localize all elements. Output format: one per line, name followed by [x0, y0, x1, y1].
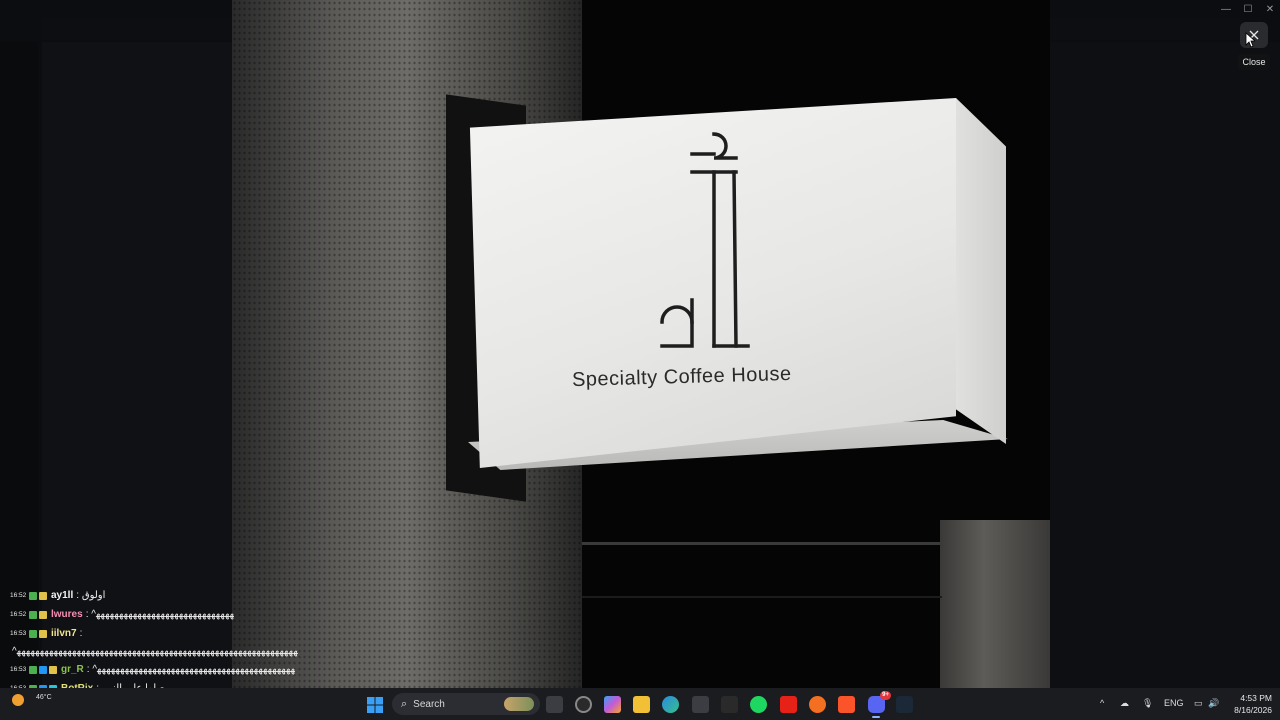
system-clock[interactable]: 4:53 PM 8/16/2026 [1226, 692, 1272, 716]
search-highlight-icon [504, 697, 534, 711]
weather-temp: 46°C [36, 694, 52, 701]
railing-lower [582, 596, 942, 598]
chat-text: : [79, 628, 83, 639]
chat-text-continued: ^ﻬﻬﻬﻬﻬﻬﻬﻬﻬﻬﻬﻬﻬﻬﻬﻬﻬﻬﻬﻬﻬﻬﻬﻬﻬﻬﻬﻬﻬﻬﻬﻬﻬﻬﻬﻬﻬﻬﻬ… [12, 646, 298, 657]
network-icon[interactable]: ▭ [1194, 698, 1203, 709]
chat-text: : اولوق [76, 590, 106, 601]
spotify-icon[interactable] [750, 696, 767, 713]
chat-username: lwures [51, 609, 83, 620]
start-button[interactable] [366, 696, 383, 713]
window-close-button[interactable]: ✕ [1259, 0, 1280, 18]
taskbar-search[interactable]: ⌕ Search [392, 693, 540, 715]
search-icon: ⌕ [401, 697, 408, 710]
chat-username: ay1ll [51, 590, 74, 601]
coffee-logo-icon [660, 132, 750, 348]
edge-icon[interactable] [662, 696, 679, 713]
chat-timestamp: 16:52 [10, 611, 27, 618]
chat-username: iilvn7 [51, 628, 77, 639]
chat-badge-icon [49, 665, 57, 674]
chat-timestamp: 16:52 [10, 592, 27, 599]
image-preview: Specialty Coffee House [232, 0, 1050, 688]
chat-badge-icon [29, 610, 37, 619]
chat-message: 16:52 ay1ll: اولوق [10, 586, 370, 605]
chat-message: 16:53 iilvn7: [10, 624, 370, 643]
maximize-button[interactable]: ☐ [1237, 0, 1259, 18]
obs-icon[interactable] [575, 696, 592, 713]
app-icon[interactable] [721, 696, 738, 713]
weather-icon [12, 694, 24, 706]
microphone-icon[interactable]: 🎙 [1142, 698, 1153, 709]
windows-logo-icon [366, 696, 383, 713]
show-hidden-icons[interactable]: ^ [1100, 698, 1104, 708]
chat-text: : ^ﻬﻬﻬﻬﻬﻬﻬﻬﻬﻬﻬﻬﻬﻬﻬﻬﻬﻬﻬﻬﻬﻬﻬﻬﻬﻬﻬﻬﻬﻬ [85, 609, 235, 620]
mouse-cursor-icon [1245, 32, 1255, 48]
file-explorer-icon[interactable] [633, 696, 650, 713]
chat-timestamp: 16:53 [10, 630, 27, 637]
minimize-button[interactable]: — [1215, 0, 1237, 18]
chat-message: 16:52 lwures: ^ﻬﻬﻬﻬﻬﻬﻬﻬﻬﻬﻬﻬﻬﻬﻬﻬﻬﻬﻬﻬﻬﻬﻬﻬﻬﻬ… [10, 605, 370, 624]
brave-icon[interactable] [838, 696, 855, 713]
active-indicator [872, 716, 880, 718]
task-view-icon[interactable] [546, 696, 563, 713]
discord-icon[interactable]: 9+ [868, 691, 891, 713]
youtube-icon[interactable] [780, 696, 797, 713]
close-tooltip: Close [1238, 54, 1270, 70]
copilot-icon[interactable] [604, 696, 621, 713]
weather-widget[interactable]: 46°C [12, 694, 52, 706]
chat-badge-icon [39, 629, 47, 638]
clock-time: 4:53 PM [1240, 693, 1272, 703]
app-orange-icon[interactable] [809, 696, 826, 713]
volume-icon[interactable]: 🔊 [1208, 698, 1219, 709]
chat-badge-icon [39, 610, 47, 619]
chat-badge-icon [29, 629, 37, 638]
chat-badge-icon [39, 665, 47, 674]
chat-username: gr_R [61, 664, 84, 675]
chat-badge-icon [29, 665, 37, 674]
store-icon[interactable] [692, 696, 709, 713]
language-indicator[interactable]: ENG [1164, 698, 1184, 708]
cloud-icon[interactable]: ☁ [1120, 698, 1129, 709]
chat-text: : ^ﻬﻬﻬﻬﻬﻬﻬﻬﻬﻬﻬﻬﻬﻬﻬﻬﻬﻬﻬﻬﻬﻬﻬﻬﻬﻬﻬﻬﻬﻬﻬﻬﻬﻬﻬﻬﻬ… [86, 664, 296, 675]
chat-badge-icon [39, 591, 47, 600]
steam-icon[interactable] [896, 696, 913, 713]
discord-member-list [1050, 42, 1280, 688]
railing [582, 542, 942, 545]
concrete-ledge [940, 520, 1050, 688]
search-placeholder: Search [413, 698, 445, 710]
sign-side-face [956, 98, 1006, 444]
chat-timestamp: 16:53 [10, 666, 27, 673]
chat-badge-icon [29, 591, 37, 600]
discord-badge: 9+ [880, 691, 891, 700]
clock-date: 8/16/2026 [1234, 705, 1272, 715]
chat-message: 16:53 gr_R: ^ﻬﻬﻬﻬﻬﻬﻬﻬﻬﻬﻬﻬﻬﻬﻬﻬﻬﻬﻬﻬﻬﻬﻬﻬﻬﻬﻬﻬ… [10, 660, 370, 679]
